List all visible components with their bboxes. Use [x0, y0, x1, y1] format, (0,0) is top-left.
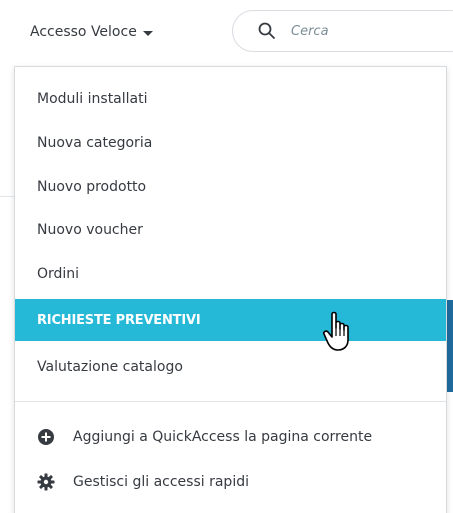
- menu-item-richieste-preventivi[interactable]: RICHIESTE PREVENTIVI: [15, 299, 446, 341]
- menu-item-label: RICHIESTE PREVENTIVI: [37, 312, 201, 328]
- menu-item-label: Nuovo voucher: [37, 222, 143, 238]
- search-icon[interactable]: [257, 21, 277, 41]
- menu-item-label: Nuovo prodotto: [37, 179, 147, 195]
- quick-access-dropdown-toggle[interactable]: Accesso Veloce: [30, 20, 153, 44]
- menu-item-nuovo-voucher[interactable]: Nuovo voucher: [15, 210, 446, 250]
- menu-item-label: Valutazione catalogo: [37, 359, 183, 375]
- action-label: Gestisci gli accessi rapidi: [73, 474, 249, 490]
- menu-divider: [15, 401, 446, 402]
- menu-item-label: Ordini: [37, 266, 80, 282]
- search-input[interactable]: [291, 21, 441, 41]
- plus-circle-icon: [38, 429, 54, 445]
- search-box[interactable]: [232, 10, 453, 52]
- menu-item-label: Moduli installati: [37, 91, 148, 107]
- menu-item-valutazione-catalogo[interactable]: Valutazione catalogo: [15, 347, 446, 387]
- caret-down-icon: [142, 30, 153, 36]
- hand-pointer-cursor-icon: [323, 311, 349, 351]
- menu-item-label: Nuova categoria: [37, 135, 153, 151]
- menu-item-moduli-installati[interactable]: Moduli installati: [15, 79, 446, 119]
- action-label: Aggiungi a QuickAccess la pagina corrent…: [73, 429, 373, 445]
- manage-quick-access[interactable]: Gestisci gli accessi rapidi: [15, 462, 446, 502]
- background-divider: [0, 196, 14, 197]
- quick-access-menu: Moduli installati Nuova categoria Nuovo …: [14, 66, 447, 513]
- menu-item-nuovo-prodotto[interactable]: Nuovo prodotto: [15, 167, 446, 207]
- add-quickaccess-current-page[interactable]: Aggiungi a QuickAccess la pagina corrent…: [15, 417, 446, 457]
- gear-icon: [37, 473, 55, 491]
- quick-access-label: Accesso Veloce: [30, 24, 137, 40]
- background-panel-edge: [447, 300, 453, 392]
- header-bar: Accesso Veloce: [0, 0, 453, 64]
- page: Accesso Veloce Moduli installati Nuova c…: [0, 0, 453, 513]
- menu-item-ordini[interactable]: Ordini: [15, 254, 446, 294]
- menu-item-nuova-categoria[interactable]: Nuova categoria: [15, 123, 446, 163]
